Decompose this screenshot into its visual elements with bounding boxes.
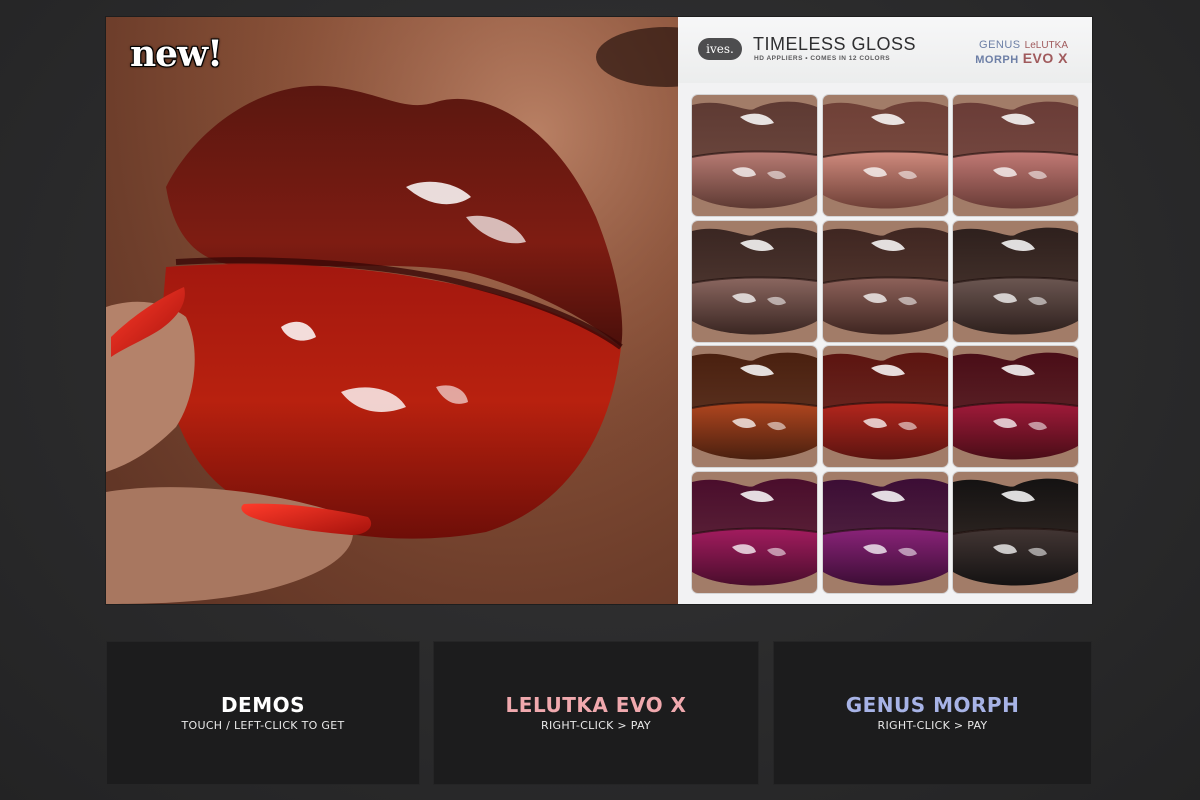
- swatch-lips: [953, 471, 1078, 593]
- demos-title: DEMOS: [220, 693, 306, 717]
- demos-hint: TOUCH / LEFT-CLICK TO GET: [181, 719, 345, 732]
- swatch-2[interactable]: [822, 95, 948, 216]
- swatch-1[interactable]: [692, 95, 817, 216]
- swatch-8[interactable]: [822, 346, 948, 467]
- swatch-grid: [692, 95, 1078, 593]
- lelutka-hint: RIGHT-CLICK > PAY: [541, 719, 651, 732]
- compat-genus: GENUS: [979, 39, 1021, 51]
- lelutka-title: LELUTKA EVO X: [505, 693, 687, 717]
- swatch-lips: [953, 346, 1078, 467]
- lips-photo: new!: [106, 17, 678, 604]
- swatch-3[interactable]: [953, 95, 1078, 216]
- swatch-11[interactable]: [822, 471, 948, 593]
- swatch-lips: [692, 95, 817, 216]
- compat-evox: EVO X: [1022, 50, 1068, 66]
- swatch-4[interactable]: [692, 220, 817, 342]
- genus-morph-button[interactable]: GENUS MORPH RIGHT-CLICK > PAY: [773, 641, 1092, 785]
- swatch-lips: [692, 220, 817, 342]
- compatibility-logo: GENUS LeLUTKA MORPH EVO X: [975, 38, 1068, 66]
- swatch-lips: [822, 220, 948, 342]
- swatch-5[interactable]: [822, 220, 948, 342]
- swatch-10[interactable]: [692, 471, 817, 593]
- product-poster[interactable]: new! ives. TIMELESS GLOSS HD APPLIERS • …: [106, 17, 1092, 604]
- swatch-lips: [822, 95, 948, 216]
- swatch-lips: [692, 346, 817, 467]
- genus-title: GENUS MORPH: [845, 693, 1020, 717]
- brand-logo: ives.: [698, 38, 742, 60]
- swatch-lips: [692, 471, 817, 593]
- compat-morph: MORPH: [975, 54, 1019, 66]
- swatch-12[interactable]: [953, 471, 1078, 593]
- swatch-7[interactable]: [692, 346, 817, 467]
- swatch-lips: [953, 95, 1078, 216]
- color-panel: ives. TIMELESS GLOSS HD APPLIERS • COMES…: [678, 17, 1092, 604]
- panel-header: ives. TIMELESS GLOSS HD APPLIERS • COMES…: [678, 17, 1092, 83]
- product-title: TIMELESS GLOSS: [753, 34, 917, 54]
- swatch-lips: [822, 346, 948, 467]
- demos-button[interactable]: DEMOS TOUCH / LEFT-CLICK TO GET: [106, 641, 420, 785]
- swatch-9[interactable]: [953, 346, 1078, 467]
- swatch-lips: [822, 471, 948, 593]
- new-badge: new!: [130, 33, 223, 75]
- swatch-6[interactable]: [953, 220, 1078, 342]
- lelutka-evo-x-button[interactable]: LELUTKA EVO X RIGHT-CLICK > PAY: [433, 641, 759, 785]
- genus-hint: RIGHT-CLICK > PAY: [877, 719, 988, 732]
- product-subtitle: HD APPLIERS • COMES IN 12 COLORS: [754, 55, 891, 62]
- swatch-lips: [953, 220, 1078, 342]
- lips-illustration: [106, 17, 678, 604]
